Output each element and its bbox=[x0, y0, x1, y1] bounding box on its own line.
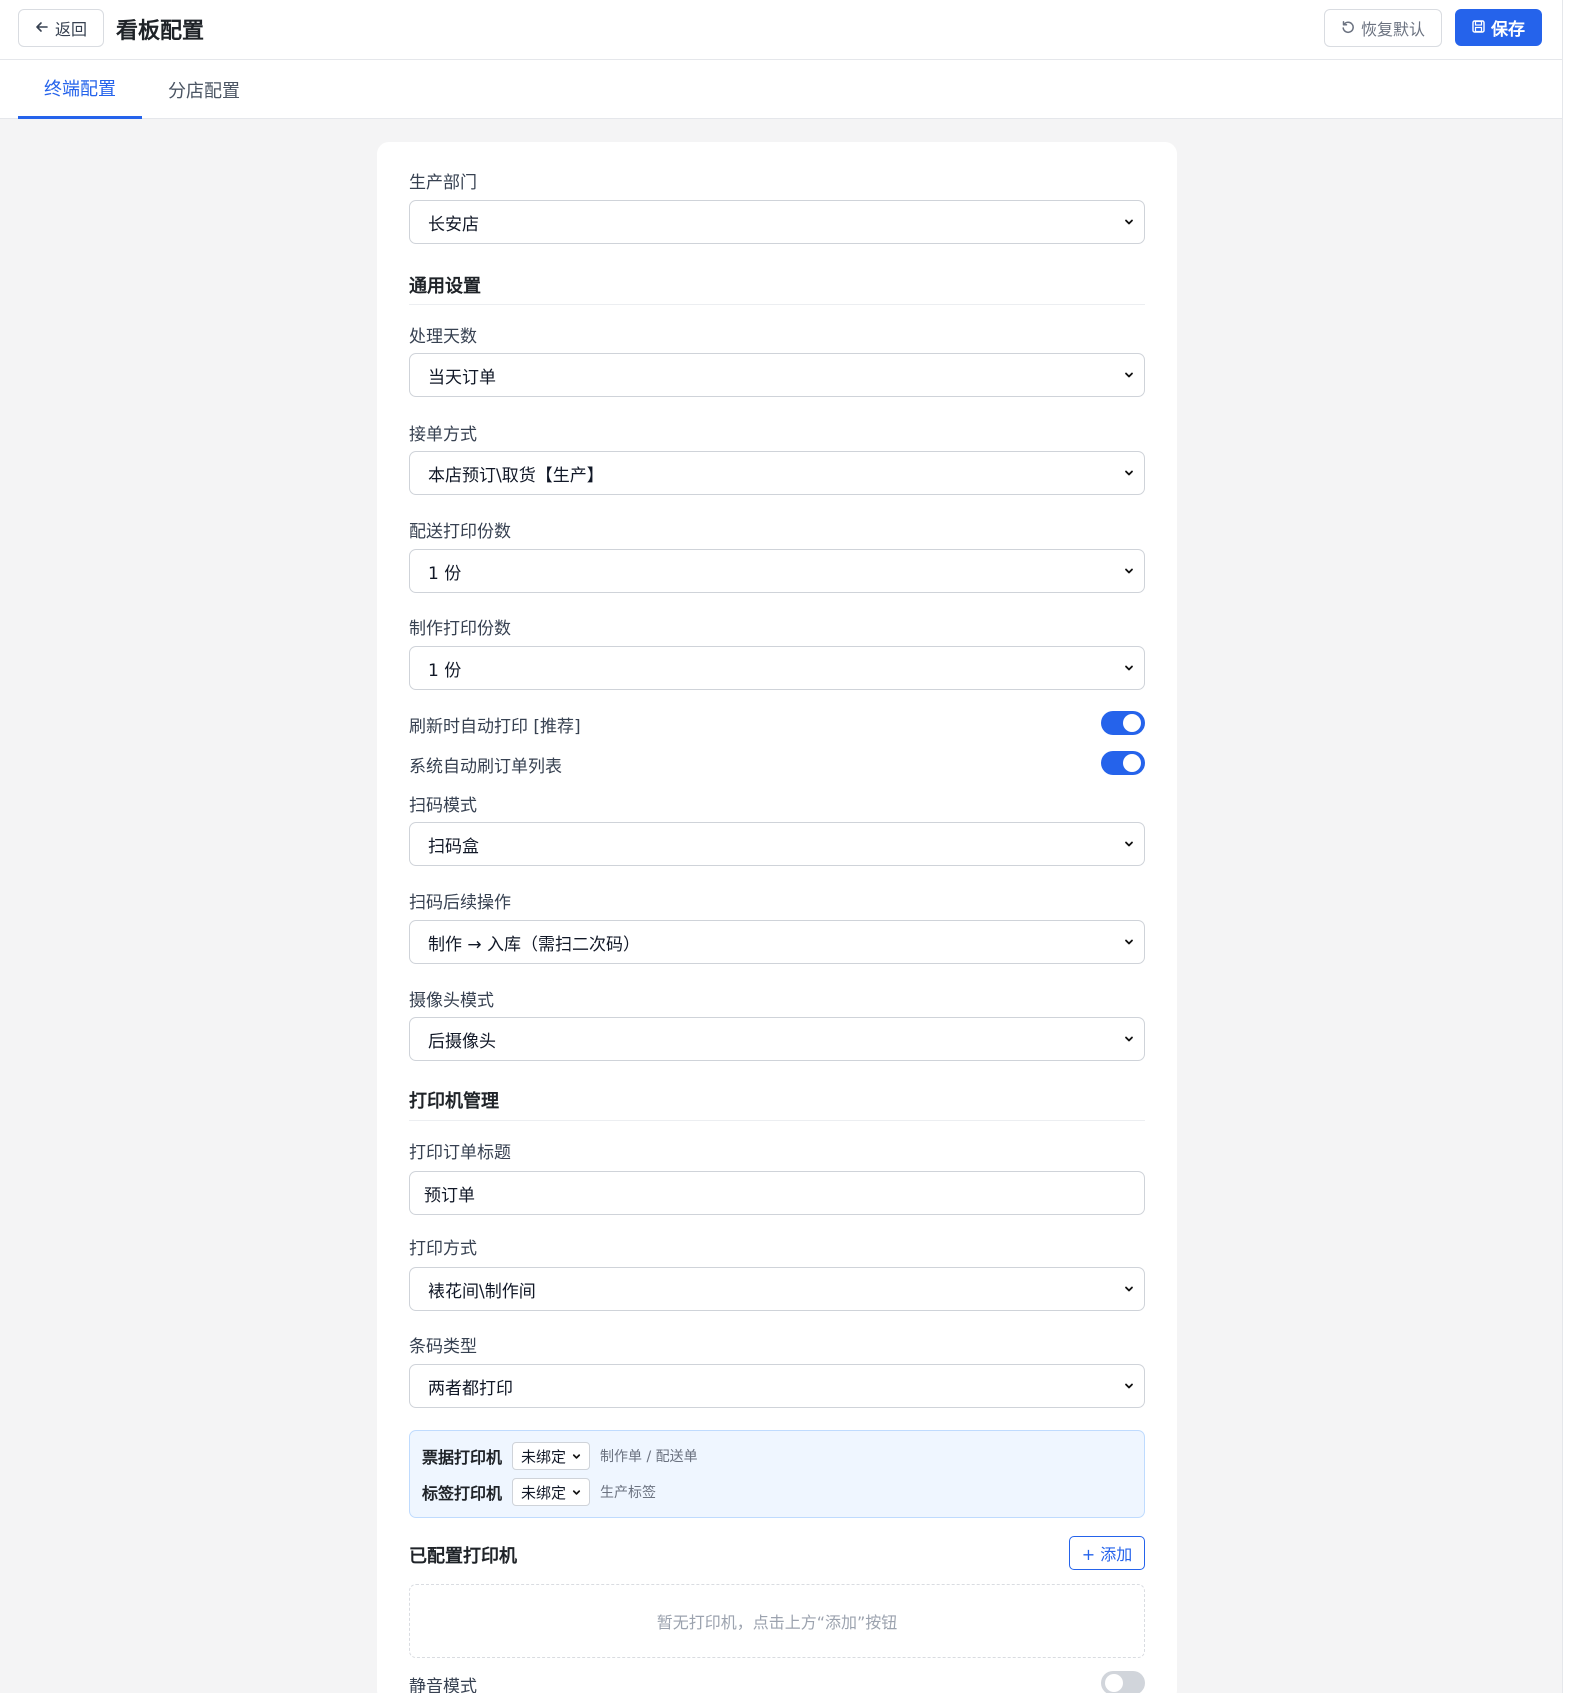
print-title-label: 打印订单标题 bbox=[409, 1143, 511, 1163]
chevron-down-icon bbox=[1122, 1032, 1136, 1046]
add-printer-button[interactable]: + 添加 bbox=[1069, 1536, 1145, 1570]
auto-refresh-row: 系统自动刷订单列表 bbox=[409, 749, 1145, 777]
process-days-select[interactable]: 当天订单 bbox=[409, 353, 1145, 397]
order-mode-select[interactable]: 本店预订\取货【生产】 bbox=[409, 451, 1145, 495]
receipt-printer-hint: 制作单 / 配送单 bbox=[600, 1449, 698, 1465]
chevron-down-icon bbox=[1122, 466, 1136, 480]
receipt-printer-title: 票据打印机 bbox=[422, 1448, 503, 1467]
silent-mode-label: 静音模式 bbox=[409, 1677, 477, 1693]
chevron-down-icon bbox=[1122, 1379, 1136, 1393]
process-days-value: 当天订单 bbox=[428, 367, 496, 388]
scan-mode-label: 扫码模式 bbox=[409, 796, 477, 816]
auto-print-label: 刷新时自动打印 [推荐] bbox=[409, 717, 581, 737]
print-method-value: 裱花间\制作间 bbox=[428, 1281, 536, 1302]
auto-refresh-label: 系统自动刷订单列表 bbox=[409, 757, 562, 777]
app-root: 返回 看板配置 恢复默认 保存 终端配置 分店配置 生产部门 长安店 通用设置 … bbox=[0, 0, 1562, 1693]
scan-mode-value: 扫码盒 bbox=[428, 836, 479, 857]
tab-terminal-config[interactable]: 终端配置 bbox=[18, 60, 142, 119]
chevron-down-icon bbox=[1122, 661, 1136, 675]
tab-branch-config[interactable]: 分店配置 bbox=[150, 60, 258, 119]
make-copies-value: 1 份 bbox=[428, 660, 462, 681]
auto-print-toggle[interactable] bbox=[1101, 711, 1145, 735]
general-section-title: 通用设置 bbox=[409, 276, 481, 297]
label-printer-select[interactable]: 未绑定 bbox=[512, 1478, 591, 1506]
order-mode-value: 本店预订\取货【生产】 bbox=[428, 465, 604, 486]
configured-printers-title: 已配置打印机 bbox=[409, 1546, 517, 1567]
save-icon bbox=[1472, 18, 1485, 38]
make-copies-label: 制作打印份数 bbox=[409, 619, 511, 639]
toggle-knob bbox=[1105, 1674, 1123, 1692]
chevron-down-icon bbox=[1122, 837, 1136, 851]
order-mode-label: 接单方式 bbox=[409, 425, 477, 445]
save-label: 保存 bbox=[1491, 20, 1525, 40]
auto-print-row: 刷新时自动打印 [推荐] bbox=[409, 709, 1145, 737]
receipt-printer-row: 票据打印机 未绑定 制作单 / 配送单 bbox=[422, 1442, 698, 1470]
chevron-down-icon bbox=[1122, 215, 1136, 229]
reset-default-label: 恢复默认 bbox=[1360, 20, 1425, 39]
print-method-select[interactable]: 裱花间\制作间 bbox=[409, 1267, 1145, 1311]
make-copies-select[interactable]: 1 份 bbox=[409, 646, 1145, 690]
label-printer-value: 未绑定 bbox=[521, 1483, 567, 1502]
label-printer-hint: 生产标签 bbox=[600, 1485, 657, 1501]
chevron-down-icon bbox=[1122, 935, 1136, 949]
department-value: 长安店 bbox=[428, 214, 479, 235]
chevron-down-icon bbox=[571, 1450, 583, 1462]
scrollbar-gutter[interactable] bbox=[1562, 0, 1571, 1693]
printer-section-title: 打印机管理 bbox=[409, 1091, 499, 1112]
back-button-label: 返回 bbox=[54, 20, 87, 39]
print-title-value: 预订单 bbox=[424, 1185, 475, 1206]
header-bar: 返回 看板配置 恢复默认 保存 bbox=[0, 0, 1562, 60]
chevron-down-icon bbox=[1122, 368, 1136, 382]
receipt-printer-value: 未绑定 bbox=[521, 1447, 567, 1466]
print-title-input[interactable]: 预订单 bbox=[409, 1171, 1145, 1215]
toggle-knob bbox=[1123, 714, 1141, 732]
scan-followup-label: 扫码后续操作 bbox=[409, 893, 511, 913]
delivery-copies-select[interactable]: 1 份 bbox=[409, 549, 1145, 593]
camera-mode-select[interactable]: 后摄像头 bbox=[409, 1017, 1145, 1061]
delivery-copies-label: 配送打印份数 bbox=[409, 522, 511, 542]
scan-mode-select[interactable]: 扫码盒 bbox=[409, 822, 1145, 866]
chevron-down-icon bbox=[571, 1486, 583, 1498]
label-printer-title: 标签打印机 bbox=[422, 1484, 503, 1503]
label-printer-row: 标签打印机 未绑定 生产标签 bbox=[422, 1478, 656, 1506]
config-card: 生产部门 长安店 通用设置 处理天数 当天订单 接单方式 本店预订\取货【生产】… bbox=[377, 142, 1177, 1693]
scan-followup-value: 制作 → 入库（需扫二次码） bbox=[428, 934, 641, 955]
rotate-ccw-icon bbox=[1341, 19, 1355, 38]
barcode-type-value: 两者都打印 bbox=[428, 1378, 513, 1399]
print-method-label: 打印方式 bbox=[409, 1239, 477, 1259]
delivery-copies-value: 1 份 bbox=[428, 563, 462, 584]
page-title: 看板配置 bbox=[116, 19, 205, 44]
printer-binding-panel: 票据打印机 未绑定 制作单 / 配送单 标签打印机 未绑定 生产标签 bbox=[409, 1430, 1145, 1518]
section-divider bbox=[409, 1120, 1145, 1121]
camera-mode-value: 后摄像头 bbox=[428, 1031, 496, 1052]
section-divider bbox=[409, 304, 1145, 305]
camera-mode-label: 摄像头模式 bbox=[409, 991, 494, 1011]
department-label: 生产部门 bbox=[409, 173, 477, 193]
silent-mode-toggle[interactable] bbox=[1101, 1671, 1145, 1693]
reset-default-button[interactable]: 恢复默认 bbox=[1324, 9, 1442, 47]
tab-bar: 终端配置 分店配置 bbox=[0, 60, 1562, 119]
auto-refresh-toggle[interactable] bbox=[1101, 751, 1145, 775]
toggle-knob bbox=[1123, 754, 1141, 772]
scan-followup-select[interactable]: 制作 → 入库（需扫二次码） bbox=[409, 920, 1145, 964]
silent-mode-row: 静音模式 bbox=[409, 1669, 1145, 1693]
empty-printer-placeholder: 暂无打印机，点击上方“添加”按钮 bbox=[409, 1584, 1145, 1658]
chevron-down-icon bbox=[1122, 1282, 1136, 1296]
barcode-type-select[interactable]: 两者都打印 bbox=[409, 1364, 1145, 1408]
process-days-label: 处理天数 bbox=[409, 327, 477, 347]
chevron-down-icon bbox=[1122, 564, 1136, 578]
receipt-printer-select[interactable]: 未绑定 bbox=[512, 1442, 591, 1470]
arrow-left-icon bbox=[35, 19, 49, 38]
save-button[interactable]: 保存 bbox=[1455, 9, 1542, 46]
back-button[interactable]: 返回 bbox=[18, 9, 104, 47]
barcode-type-label: 条码类型 bbox=[409, 1337, 477, 1357]
department-select[interactable]: 长安店 bbox=[409, 200, 1145, 244]
